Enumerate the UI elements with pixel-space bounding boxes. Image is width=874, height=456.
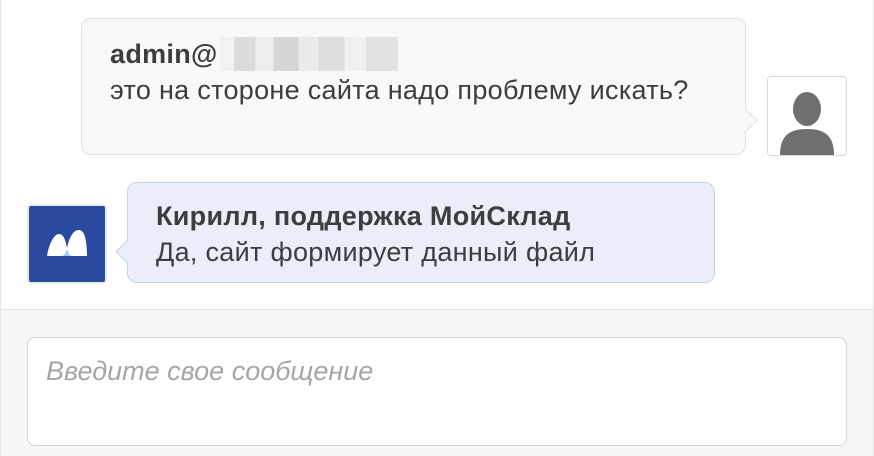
user-message-author: admin@ xyxy=(110,37,717,71)
message-list: admin@ это на стороне сайта надо проблем… xyxy=(1,0,873,309)
moysklad-logo-icon xyxy=(47,230,87,256)
message-input[interactable] xyxy=(27,337,847,446)
user-message-text: это на стороне сайта надо проблему искат… xyxy=(110,75,689,105)
agent-message-text: Да, сайт формирует данный файл xyxy=(156,237,596,267)
user-message-bubble: admin@ это на стороне сайта надо проблем… xyxy=(81,18,746,155)
message-composer xyxy=(1,309,873,456)
user-avatar xyxy=(767,76,847,156)
agent-message-bubble: Кирилл, поддержка МойСклад Да, сайт форм… xyxy=(127,182,715,283)
chat-widget: admin@ это на стороне сайта надо проблем… xyxy=(0,0,874,456)
user-silhouette-icon xyxy=(768,77,846,155)
agent-author-name: Кирилл, поддержка МойСклад xyxy=(156,201,571,231)
redacted-email-block xyxy=(219,37,398,71)
agent-avatar xyxy=(27,204,107,284)
user-author-name: admin@ xyxy=(110,38,218,69)
